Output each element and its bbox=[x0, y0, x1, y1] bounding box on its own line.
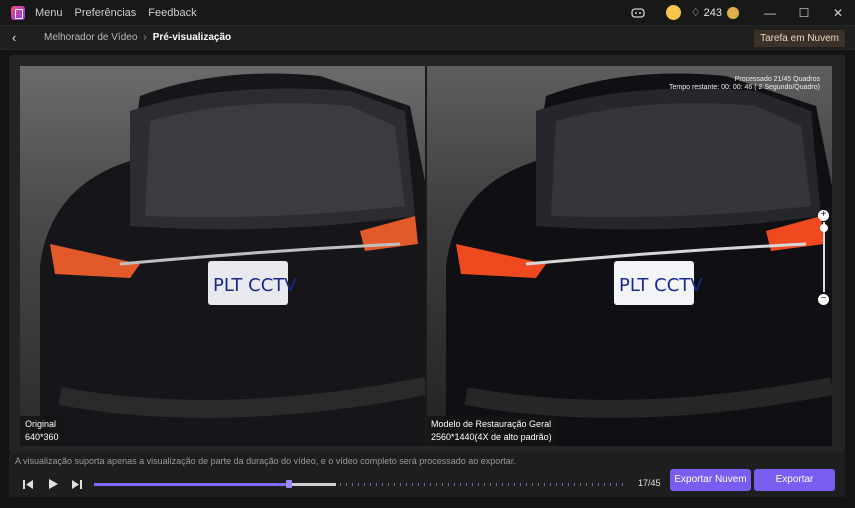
discord-icon[interactable] bbox=[628, 7, 648, 18]
app-logo-icon bbox=[11, 5, 25, 20]
zoom-handle[interactable] bbox=[820, 224, 828, 232]
original-label-title: Original bbox=[25, 419, 57, 429]
comparison-divider[interactable] bbox=[425, 66, 427, 446]
original-pane: PLT CCTV Original 640*360 bbox=[20, 66, 426, 446]
zoom-out-icon[interactable]: − bbox=[818, 294, 829, 305]
nav-bar: ‹ Melhorador de Vídeo › Pré-visualização… bbox=[0, 25, 855, 50]
play-icon[interactable] bbox=[46, 477, 60, 491]
time-remaining: Tempo restante: 00: 00: 46 ( 2 Segundo/Q… bbox=[669, 84, 820, 91]
preview-note: A visualização suporta apenas a visualiz… bbox=[15, 456, 516, 466]
menu-item-menu[interactable]: Menu bbox=[35, 7, 63, 19]
minimize-button[interactable]: — bbox=[753, 0, 787, 25]
processed-frames: Processado 21/45 Quadros bbox=[734, 76, 820, 83]
cloud-task-button[interactable]: Tarefa em Nuvem bbox=[754, 30, 845, 47]
frame-counter: 17/45 bbox=[638, 478, 661, 488]
enhanced-model-name: Modelo de Restauração Geral bbox=[431, 419, 552, 429]
timeline-processed bbox=[288, 483, 337, 486]
playback-footer: A visualização suporta apenas a visualiz… bbox=[9, 453, 845, 497]
original-label: Original 640*360 bbox=[20, 416, 64, 446]
coin-icon[interactable] bbox=[665, 5, 681, 20]
processing-status: Processado 21/45 Quadros Tempo restante:… bbox=[669, 76, 820, 92]
timeline-handle[interactable] bbox=[285, 480, 292, 488]
enhanced-pane: PLT CCTV Processado 21/45 Quadros Tempo … bbox=[426, 66, 832, 446]
credits-count: 243 bbox=[703, 6, 722, 19]
breadcrumb-chevron-icon: › bbox=[143, 32, 147, 43]
prev-frame-icon[interactable] bbox=[21, 477, 35, 491]
breadcrumb-parent[interactable]: Melhorador de Vídeo bbox=[44, 32, 137, 43]
original-resolution: 640*360 bbox=[25, 432, 59, 442]
car-image-original: PLT CCTV bbox=[40, 73, 426, 446]
zoom-in-icon[interactable]: + bbox=[818, 210, 829, 221]
menu-item-preferences[interactable]: Preferências bbox=[75, 7, 137, 19]
export-cloud-button[interactable]: Exportar Nuvem bbox=[670, 469, 751, 491]
diamond-icon: ♢ bbox=[690, 7, 701, 19]
back-arrow-icon[interactable]: ‹ bbox=[12, 30, 26, 45]
comparison-viewer: PLT CCTV Original 640*360 PLT CCTV Proce… bbox=[20, 66, 832, 446]
plate-text-original: PLT CCTV bbox=[213, 275, 297, 296]
menu-item-feedback[interactable]: Feedback bbox=[148, 7, 196, 19]
timeline-scrubber[interactable] bbox=[94, 480, 628, 488]
credits-badge[interactable]: ♢ 243 bbox=[691, 6, 739, 19]
zoom-track[interactable] bbox=[823, 222, 825, 292]
breadcrumb-current: Pré-visualização bbox=[152, 32, 232, 43]
export-button[interactable]: Exportar bbox=[754, 469, 835, 491]
enhanced-resolution: 2560*1440(4X de alto padrão) bbox=[431, 432, 552, 442]
maximize-button[interactable]: ☐ bbox=[787, 0, 821, 25]
plate-text-enhanced: PLT CCTV bbox=[619, 275, 703, 296]
next-frame-icon[interactable] bbox=[70, 477, 84, 491]
medal-icon bbox=[727, 6, 739, 19]
car-image-enhanced: PLT CCTV bbox=[446, 73, 832, 446]
close-button[interactable]: ✕ bbox=[821, 0, 855, 25]
zoom-slider[interactable]: + − bbox=[818, 210, 830, 306]
enhanced-label: Modelo de Restauração Geral 2560*1440(4X… bbox=[426, 416, 557, 446]
title-bar: Menu Preferências Feedback ♢ 243 — ☐ ✕ bbox=[0, 0, 855, 25]
timeline-played bbox=[94, 483, 289, 486]
